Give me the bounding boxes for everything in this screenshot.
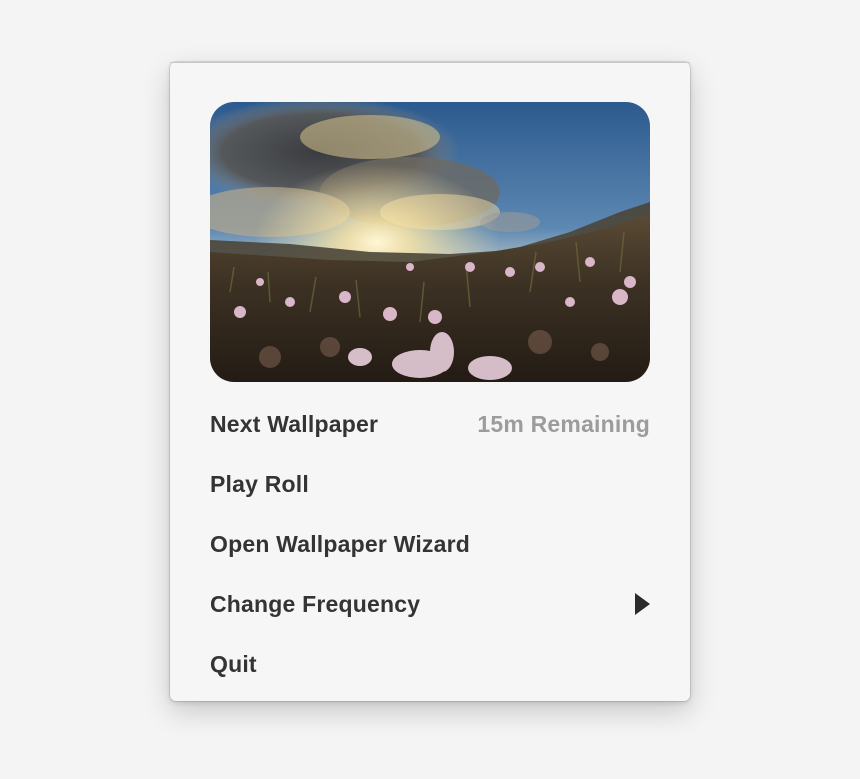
wallpaper-preview-graphic <box>210 102 650 382</box>
submenu-arrow-icon <box>635 593 650 615</box>
menu-item-label: Quit <box>210 650 257 677</box>
menu-item-next-wallpaper[interactable]: Next Wallpaper 15m Remaining <box>210 394 650 454</box>
menu-item-play-roll[interactable]: Play Roll <box>210 454 650 514</box>
menu-item-label: Play Roll <box>210 470 309 497</box>
menu-item-label: Open Wallpaper Wizard <box>210 530 471 557</box>
menu-item-change-frequency[interactable]: Change Frequency <box>210 574 650 634</box>
menu-item-open-wallpaper-wizard[interactable]: Open Wallpaper Wizard <box>210 514 650 574</box>
page: Next Wallpaper 15m Remaining Play Roll O… <box>0 0 860 779</box>
wallpaper-menu: Next Wallpaper 15m Remaining Play Roll O… <box>170 62 690 701</box>
menu-item-label: Change Frequency <box>210 590 421 617</box>
remaining-time-label: 15m Remaining <box>477 410 650 437</box>
menu-item-quit[interactable]: Quit <box>210 634 650 694</box>
wallpaper-preview-image[interactable] <box>210 102 650 382</box>
menu-item-label: Next Wallpaper <box>210 410 379 437</box>
